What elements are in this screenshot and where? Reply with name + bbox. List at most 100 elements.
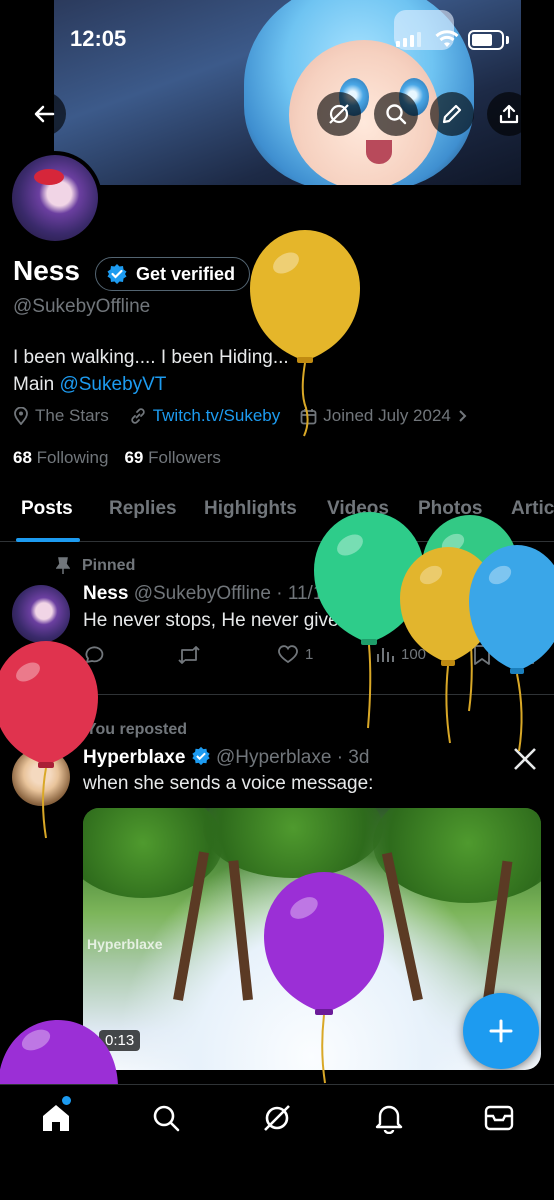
reply-icon xyxy=(85,646,104,663)
repost-author-line: Hyperblaxe @Hyperblaxe · 3d xyxy=(83,746,369,769)
repost-author-handle[interactable]: @Hyperblaxe xyxy=(216,747,331,768)
followers-label: Followers xyxy=(148,448,221,467)
plus-icon xyxy=(489,1019,513,1043)
following-link[interactable]: 68 Following xyxy=(13,448,108,468)
share-button[interactable] xyxy=(487,92,531,136)
repost-button[interactable] xyxy=(177,644,201,666)
repost-label: You reposted xyxy=(86,721,188,738)
get-verified-label: Get verified xyxy=(136,263,236,284)
nav-notifications[interactable] xyxy=(372,1101,406,1135)
post-date: · 11/10/25 xyxy=(276,583,361,604)
repost-author-name[interactable]: Hyperblaxe xyxy=(83,747,185,768)
grok-button[interactable] xyxy=(317,92,361,136)
back-arrow-icon xyxy=(34,105,55,123)
post-actions: 1 100 xyxy=(83,644,534,668)
back-button[interactable] xyxy=(22,92,66,136)
x-logo-icon xyxy=(514,748,536,770)
repost-avatar[interactable] xyxy=(12,748,70,806)
website-link[interactable]: Twitch.tv/Sukeby xyxy=(153,406,281,426)
home-icon xyxy=(43,1105,69,1131)
share-icon xyxy=(516,645,534,664)
views-button[interactable]: 100 xyxy=(375,644,426,664)
search-icon xyxy=(386,104,407,125)
location-text: The Stars xyxy=(35,406,109,425)
nav-home[interactable] xyxy=(39,1101,73,1135)
following-label: Following xyxy=(36,448,109,467)
pin-icon xyxy=(56,557,70,574)
following-count: 68 xyxy=(13,448,32,467)
bottom-nav xyxy=(0,1084,554,1200)
search-button[interactable] xyxy=(374,92,418,136)
profile-bio: I been walking.... I been Hiding... Main… xyxy=(13,344,289,398)
post-avatar[interactable] xyxy=(12,585,70,643)
search-icon xyxy=(153,1105,180,1132)
joined-date: Joined July 2024 xyxy=(323,406,451,425)
active-tab-indicator xyxy=(16,538,80,542)
bio-main-link[interactable]: @SukebyVT xyxy=(59,374,166,395)
verified-badge-icon xyxy=(192,746,210,766)
tab-photos[interactable]: Photos xyxy=(418,498,482,520)
grok-icon xyxy=(329,104,349,124)
status-time: 12:05 xyxy=(70,26,127,51)
bio-main-prefix: Main xyxy=(13,374,60,395)
tab-replies[interactable]: Replies xyxy=(109,498,177,520)
tab-videos[interactable]: Videos xyxy=(327,498,389,520)
profile-meta: The Stars Twitch.tv/Sukeby Joined July 2… xyxy=(13,406,487,426)
tab-posts[interactable]: Posts xyxy=(21,498,73,520)
share-icon xyxy=(499,104,519,124)
link-icon xyxy=(130,408,145,424)
x-logo-icon xyxy=(514,585,536,607)
video-watermark: Hyperblaxe xyxy=(87,936,163,952)
mail-icon xyxy=(484,1105,514,1131)
calendar-icon xyxy=(300,408,317,424)
compose-button[interactable] xyxy=(463,993,539,1069)
get-verified-button[interactable]: Get verified xyxy=(95,257,251,291)
bell-icon xyxy=(375,1105,403,1134)
tab-articles[interactable]: Artic xyxy=(511,498,554,520)
nav-grok[interactable] xyxy=(260,1101,294,1135)
like-icon xyxy=(278,645,298,664)
reply-button[interactable] xyxy=(83,644,105,666)
repost-text: when she sends a voice message: xyxy=(83,773,374,794)
profile-name: Ness xyxy=(13,255,80,286)
unread-indicator xyxy=(62,1096,71,1105)
views-icon xyxy=(377,648,394,662)
repost-icon xyxy=(57,723,73,737)
repost-icon xyxy=(178,646,200,664)
location-icon xyxy=(14,407,28,425)
share-post-button[interactable] xyxy=(515,644,535,666)
grok-icon xyxy=(264,1105,290,1131)
cellular-signal-icon xyxy=(396,32,421,47)
repost-date: · 3d xyxy=(336,747,370,768)
video-duration: 0:13 xyxy=(99,1030,141,1051)
followers-link[interactable]: 69 Followers xyxy=(124,448,220,468)
edit-icon xyxy=(442,104,462,124)
profile-handle: @SukebyOffline xyxy=(13,296,151,317)
views-count: 100 xyxy=(401,645,427,663)
bookmark-button[interactable] xyxy=(473,644,491,666)
profile-tabs: Posts Replies Highlights Videos Photos A… xyxy=(0,490,554,542)
like-button[interactable]: 1 xyxy=(277,644,313,664)
profile-avatar[interactable] xyxy=(8,151,102,245)
repost-label-row: You reposted xyxy=(56,721,187,739)
like-count: 1 xyxy=(305,645,314,663)
post-author-line: Ness @SukebyOffline · 11/10/25 xyxy=(83,583,360,605)
chevron-right-icon[interactable] xyxy=(457,409,467,423)
followers-count: 69 xyxy=(124,448,144,467)
status-bar: 12:05 xyxy=(0,0,554,80)
pinned-label: Pinned xyxy=(82,557,136,574)
battery-icon xyxy=(468,30,504,50)
nav-search[interactable] xyxy=(149,1101,183,1135)
bookmark-icon xyxy=(474,645,490,665)
post-author-name[interactable]: Ness xyxy=(83,583,128,604)
follow-stats: 68 Following 69 Followers xyxy=(13,448,221,468)
post-text: He never stops, He never gives up! xyxy=(83,610,380,631)
post-author-handle[interactable]: @SukebyOffline xyxy=(134,583,271,604)
nav-messages[interactable] xyxy=(482,1101,516,1135)
edit-profile-button[interactable] xyxy=(430,92,474,136)
bio-line: I been walking.... I been Hiding... xyxy=(13,347,289,368)
wifi-icon xyxy=(435,30,459,47)
tab-highlights[interactable]: Highlights xyxy=(204,498,297,520)
post-divider xyxy=(0,694,554,695)
verified-badge-icon xyxy=(107,264,127,284)
